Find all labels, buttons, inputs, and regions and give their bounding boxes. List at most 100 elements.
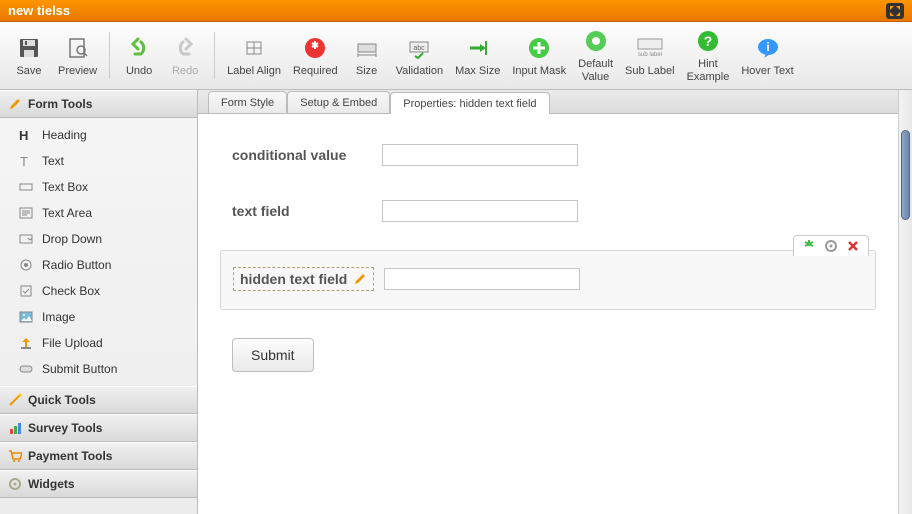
radio-icon — [18, 257, 34, 273]
input-mask-label: Input Mask — [512, 65, 566, 77]
upload-icon — [18, 335, 34, 351]
main-area: Form Style Setup & Embed Properties: hid… — [198, 90, 912, 514]
max-size-button[interactable]: Max Size — [449, 26, 506, 85]
hover-text-icon: i — [755, 35, 781, 61]
form-canvas: conditional value text field hidden text… — [198, 114, 898, 514]
max-size-label: Max Size — [455, 65, 500, 77]
undo-label: Undo — [126, 65, 152, 77]
field-label: conditional value — [232, 147, 382, 163]
title-bar: new tielss — [0, 0, 912, 22]
sidebar-item-radio[interactable]: Radio Button — [0, 252, 197, 278]
size-icon — [354, 35, 380, 61]
panel-payment-tools[interactable]: Payment Tools — [0, 442, 197, 470]
chart-icon — [8, 421, 22, 435]
gear-icon — [8, 477, 22, 491]
svg-text:T: T — [20, 154, 28, 168]
sidebar-item-image[interactable]: Image — [0, 304, 197, 330]
expand-icon[interactable] — [886, 3, 904, 19]
validation-label: Validation — [396, 65, 444, 77]
svg-text:H: H — [19, 128, 28, 142]
undo-button[interactable]: Undo — [116, 26, 162, 85]
textarea-icon — [18, 205, 34, 221]
pencil-icon — [8, 97, 22, 111]
form-tools-list: HHeading TText Text Box Text Area Drop D… — [0, 118, 197, 386]
tabs: Form Style Setup & Embed Properties: hid… — [198, 90, 912, 114]
tab-properties[interactable]: Properties: hidden text field — [390, 92, 549, 114]
submit-button[interactable]: Submit — [232, 338, 314, 372]
checkbox-icon — [18, 283, 34, 299]
save-icon — [16, 35, 42, 61]
panel-form-tools[interactable]: Form Tools — [0, 90, 197, 118]
sidebar-item-heading[interactable]: HHeading — [0, 122, 197, 148]
redo-label: Redo — [172, 65, 198, 77]
field-required-icon[interactable] — [802, 239, 816, 253]
selected-field[interactable]: hidden text field — [220, 250, 876, 310]
field-label: text field — [232, 203, 382, 219]
save-button[interactable]: Save — [6, 26, 52, 85]
input-mask-icon — [526, 35, 552, 61]
tab-setup-embed[interactable]: Setup & Embed — [287, 91, 390, 113]
field-delete-icon[interactable] — [846, 239, 860, 253]
input-mask-button[interactable]: Input Mask — [506, 26, 572, 85]
heading-icon: H — [18, 127, 34, 143]
hover-text-button[interactable]: i Hover Text — [735, 26, 799, 85]
default-value-icon — [583, 28, 609, 54]
field-settings-icon[interactable] — [824, 239, 838, 253]
sidebar: Form Tools HHeading TText Text Box Text … — [0, 90, 198, 514]
redo-icon — [172, 35, 198, 61]
field-text-field[interactable]: text field — [232, 200, 864, 222]
redo-button[interactable]: Redo — [162, 26, 208, 85]
tab-form-style[interactable]: Form Style — [208, 91, 287, 113]
selected-field-label[interactable]: hidden text field — [233, 267, 374, 291]
field-conditional-value[interactable]: conditional value — [232, 144, 864, 166]
field-actions — [793, 235, 869, 256]
sidebar-item-textbox[interactable]: Text Box — [0, 174, 197, 200]
panel-survey-tools[interactable]: Survey Tools — [0, 414, 197, 442]
size-button[interactable]: Size — [344, 26, 390, 85]
dropdown-icon — [18, 231, 34, 247]
sidebar-item-submit[interactable]: Submit Button — [0, 356, 197, 382]
edit-label-icon[interactable] — [353, 272, 367, 286]
required-icon — [302, 35, 328, 61]
validation-icon: abc — [406, 35, 432, 61]
toolbar: Save Preview Undo Redo Label Align Requi… — [0, 22, 912, 90]
sub-label-label: Sub Label — [625, 65, 675, 77]
preview-icon — [65, 35, 91, 61]
sidebar-item-text[interactable]: TText — [0, 148, 197, 174]
default-value-label: Default Value — [578, 58, 613, 82]
hint-example-button[interactable]: ? Hint Example — [681, 26, 736, 85]
hint-example-label: Hint Example — [687, 58, 730, 82]
image-icon — [18, 309, 34, 325]
wand-icon — [8, 393, 22, 407]
window-title: new tielss — [8, 3, 70, 18]
validation-button[interactable]: abc Validation — [390, 26, 450, 85]
svg-text:sub label: sub label — [638, 52, 662, 58]
preview-button[interactable]: Preview — [52, 26, 103, 85]
label-align-icon — [241, 35, 267, 61]
vertical-scrollbar[interactable] — [898, 90, 912, 514]
hint-example-icon: ? — [695, 28, 721, 54]
hidden-text-field-input[interactable] — [384, 268, 580, 290]
sidebar-item-textarea[interactable]: Text Area — [0, 200, 197, 226]
preview-label: Preview — [58, 65, 97, 77]
sidebar-item-dropdown[interactable]: Drop Down — [0, 226, 197, 252]
sidebar-item-fileupload[interactable]: File Upload — [0, 330, 197, 356]
required-button[interactable]: Required — [287, 26, 344, 85]
submit-icon — [18, 361, 34, 377]
conditional-value-input[interactable] — [382, 144, 578, 166]
scrollbar-thumb[interactable] — [901, 130, 910, 220]
label-align-button[interactable]: Label Align — [221, 26, 287, 85]
sub-label-icon: sub label — [637, 35, 663, 61]
panel-widgets[interactable]: Widgets — [0, 470, 197, 498]
label-align-label: Label Align — [227, 65, 281, 77]
svg-text:?: ? — [704, 33, 713, 49]
text-field-input[interactable] — [382, 200, 578, 222]
textbox-icon — [18, 179, 34, 195]
sub-label-button[interactable]: sub label Sub Label — [619, 26, 681, 85]
sidebar-item-checkbox[interactable]: Check Box — [0, 278, 197, 304]
undo-icon — [126, 35, 152, 61]
text-icon: T — [18, 153, 34, 169]
default-value-button[interactable]: Default Value — [572, 26, 619, 85]
panel-quick-tools[interactable]: Quick Tools — [0, 386, 197, 414]
svg-text:abc: abc — [414, 45, 426, 52]
